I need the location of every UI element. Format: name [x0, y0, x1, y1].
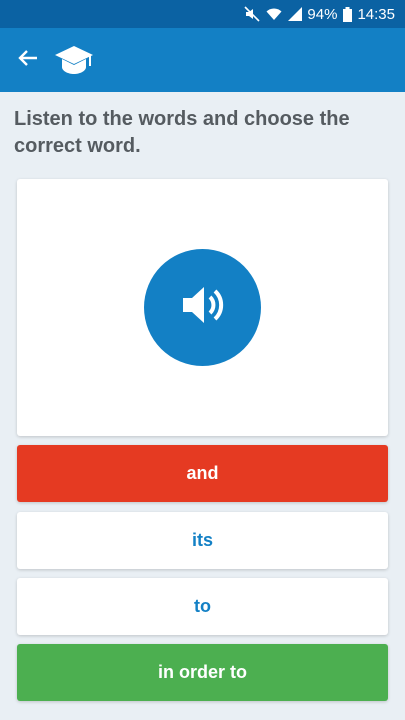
- status-bar: 94% 14:35: [0, 0, 405, 28]
- answer-option[interactable]: in order to: [17, 644, 388, 701]
- answer-option[interactable]: and: [17, 445, 388, 502]
- instruction-text: Listen to the words and choose the corre…: [14, 108, 350, 157]
- answer-option[interactable]: to: [17, 578, 388, 635]
- signal-icon: [288, 7, 303, 21]
- battery-percent: 94%: [307, 5, 338, 23]
- wifi-icon: [266, 7, 282, 21]
- graduation-cap-icon: [54, 43, 94, 77]
- play-audio-button[interactable]: [144, 249, 261, 366]
- exercise-area: Listen to the words and choose the corre…: [0, 92, 405, 720]
- status-time: 14:35: [357, 5, 395, 23]
- back-arrow-icon: [17, 47, 39, 74]
- app-bar: [0, 28, 405, 92]
- mute-icon: [244, 6, 260, 22]
- answer-option[interactable]: its: [17, 512, 388, 569]
- battery-icon: [343, 6, 353, 22]
- audio-card: [17, 179, 388, 436]
- back-button[interactable]: [4, 36, 52, 84]
- speaker-icon: [180, 282, 226, 333]
